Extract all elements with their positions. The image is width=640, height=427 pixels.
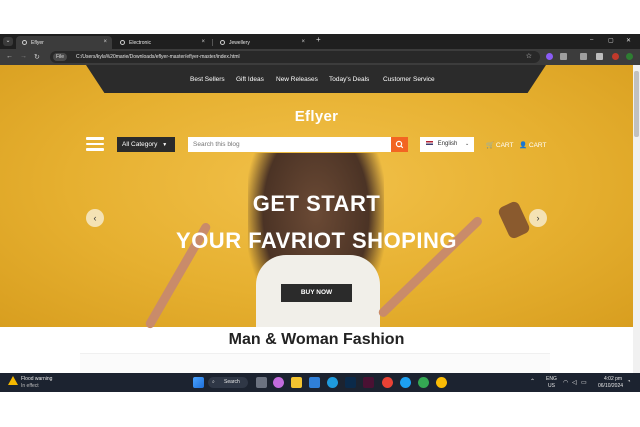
globe-icon [220, 40, 225, 45]
user-icon: 👤 [519, 142, 528, 149]
task-view-icon[interactable] [256, 377, 267, 388]
widgets-icon[interactable] [273, 377, 284, 388]
close-tab-icon[interactable]: × [301, 39, 305, 45]
nav-todays-deals[interactable]: Today's Deals [329, 76, 369, 83]
search-button[interactable] [391, 137, 408, 152]
hamburger-menu-icon[interactable] [86, 137, 104, 151]
globe-icon [120, 40, 125, 45]
windows-start-icon[interactable] [193, 377, 204, 388]
globe-icon [22, 40, 27, 45]
warning-icon[interactable] [8, 376, 18, 385]
weather-title[interactable]: Flood warning [21, 376, 52, 382]
maximize-button[interactable]: ▢ [608, 37, 614, 44]
tab-title: Eflyer [31, 39, 44, 46]
tab-search-button[interactable]: ⌄ [3, 37, 13, 46]
media-icon[interactable] [580, 53, 587, 60]
chrome-profile-icon[interactable] [418, 377, 429, 388]
tab-separator [212, 39, 213, 46]
tab-jewellery[interactable]: Jewellery × [214, 36, 310, 49]
chrome-icon[interactable] [382, 377, 393, 388]
new-tab-button[interactable]: + [316, 35, 321, 44]
weather-subtitle: In effect [21, 383, 39, 389]
search-icon [395, 140, 404, 149]
category-label: All Category [122, 141, 158, 148]
extensions-puzzle-icon[interactable] [560, 53, 567, 60]
chrome-profile-icon[interactable] [436, 377, 447, 388]
app-icon[interactable] [327, 377, 338, 388]
notifications-icon[interactable]: ◔ [627, 379, 631, 385]
profile-avatar[interactable] [612, 53, 619, 60]
forward-button[interactable]: → [20, 53, 27, 60]
tab-eflyer[interactable]: Eflyer × [16, 36, 112, 49]
scrollbar-thumb[interactable] [634, 71, 639, 137]
taskbar: Flood warning In effect ⌕ Search ⌃ ENG U… [0, 373, 640, 392]
cart-label: CART [495, 142, 514, 149]
cart-label: CART [528, 142, 547, 149]
tab-electronic[interactable]: Electronic × [114, 36, 210, 49]
edge-icon[interactable] [400, 377, 411, 388]
nav-customer-service[interactable]: Customer Service [383, 76, 435, 83]
hero-heading-line2: YOUR FAVRIOT SHOPING [176, 228, 457, 253]
address-bar[interactable]: File C:/Users/kyla%20marie/Downloads/efl… [50, 51, 540, 63]
extension-icon[interactable] [546, 53, 553, 60]
language-label: English [437, 141, 458, 147]
section-title: Man & Woman Fashion [228, 331, 405, 348]
tab-title: Electronic [129, 39, 151, 46]
vscode-icon[interactable] [309, 377, 320, 388]
wifi-icon[interactable]: ◠ [563, 379, 568, 386]
search-input[interactable] [188, 137, 391, 152]
tray-overflow-icon[interactable]: ⌃ [530, 378, 535, 385]
close-tab-icon[interactable]: × [103, 39, 107, 45]
nav-gift-ideas[interactable]: Gift Ideas [236, 76, 264, 83]
toolbar: ← → ↻ File C:/Users/kyla%20marie/Downloa… [0, 49, 640, 65]
bookmark-star-icon[interactable]: ☆ [526, 51, 532, 63]
site-logo[interactable]: Eflyer [0, 108, 633, 125]
volume-icon[interactable]: ◁ [572, 379, 577, 386]
file-chip[interactable]: File [53, 53, 68, 61]
minimize-button[interactable]: – [590, 37, 593, 43]
search-icon: ⌕ [212, 379, 215, 385]
clock-time[interactable]: 4:02 pm [604, 376, 622, 382]
page-scrollbar[interactable] [633, 65, 640, 392]
url-text[interactable]: C:/Users/kyla%20marie/Downloads/eflyer-m… [76, 51, 240, 63]
clock-date[interactable]: 06/10/2024 [598, 383, 623, 389]
reload-button[interactable]: ↻ [34, 53, 40, 61]
back-button[interactable]: ← [6, 53, 13, 60]
file-explorer-icon[interactable] [291, 377, 302, 388]
language-indicator-top[interactable]: ENG [546, 376, 557, 382]
top-navigation: Best Sellers Gift Ideas New Releases Tod… [86, 65, 546, 93]
language-select[interactable]: English ⌄ [420, 137, 474, 152]
web-page: Best Sellers Gift Ideas New Releases Tod… [0, 65, 633, 392]
taskbar-search[interactable]: ⌕ Search [208, 377, 248, 388]
hero-heading-line1: GET START [252, 191, 381, 216]
nav-new-releases[interactable]: New Releases [276, 76, 318, 83]
photoshop-icon[interactable] [345, 377, 356, 388]
browser-window: ⌄ Eflyer × Electronic × Jewellery × + – … [0, 34, 640, 392]
nav-best-sellers[interactable]: Best Sellers [190, 76, 225, 83]
hero-banner: Best Sellers Gift Ideas New Releases Tod… [0, 65, 633, 330]
buy-now-button[interactable]: BUY NOW [281, 284, 352, 302]
download-icon[interactable] [596, 53, 603, 60]
caret-down-icon: ▼ [162, 142, 168, 148]
chevron-down-icon: ⌄ [465, 141, 470, 147]
tab-title: Jewellery [229, 39, 250, 46]
close-window-button[interactable]: ✕ [626, 37, 631, 44]
taskbar-search-label: Search [224, 379, 240, 385]
indesign-icon[interactable] [363, 377, 374, 388]
cart-icon: 🛒 [486, 142, 495, 149]
account-cart-link[interactable]: 👤 CART [519, 141, 546, 149]
language-indicator-bottom: US [548, 383, 555, 389]
us-flag-icon [426, 141, 433, 146]
close-tab-icon[interactable]: × [201, 39, 205, 45]
menu-icon[interactable] [626, 53, 633, 60]
battery-icon[interactable]: ▭ [581, 379, 587, 386]
tab-strip: ⌄ Eflyer × Electronic × Jewellery × + – … [0, 34, 640, 49]
category-dropdown[interactable]: All Category ▼ [117, 137, 175, 152]
cart-link[interactable]: 🛒 CART [486, 141, 513, 149]
